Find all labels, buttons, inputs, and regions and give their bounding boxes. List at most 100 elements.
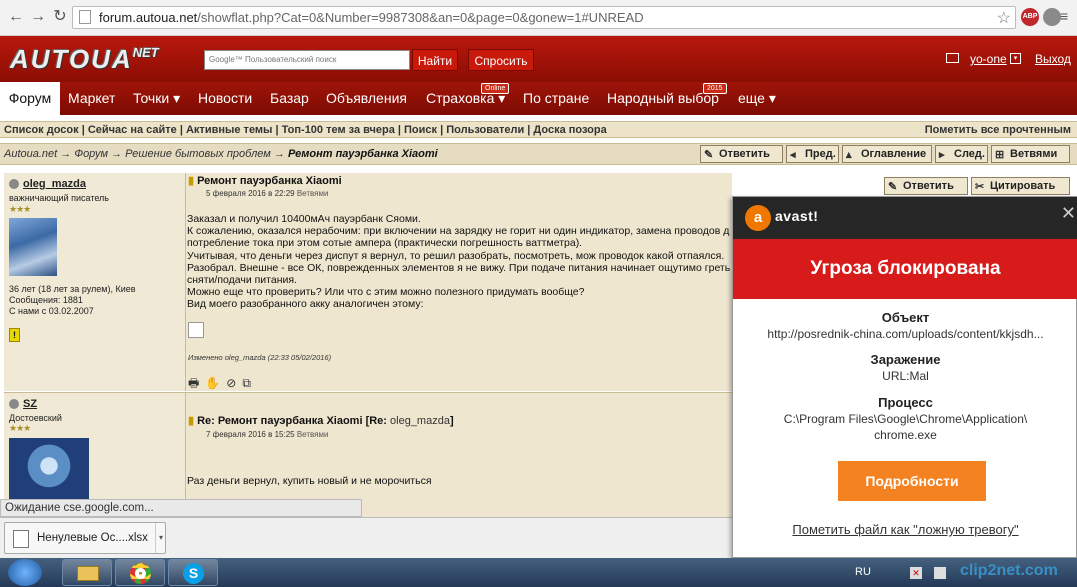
- breadcrumb: Autoua.net → Форум → Решение бытовых про…: [0, 143, 1077, 165]
- toc-button[interactable]: ▴ Оглавление: [842, 145, 932, 163]
- avatar[interactable]: [9, 218, 57, 276]
- site-logo[interactable]: AUTOUANET: [10, 44, 159, 75]
- download-item[interactable]: Ненулевые Ос....xlsx ▾: [4, 522, 166, 554]
- reply-icon: ✎: [704, 149, 714, 161]
- address-bar[interactable]: forum.autoua.net/showflat.php?Cat=0&Numb…: [72, 6, 1016, 29]
- menu-icon[interactable]: ≡: [1060, 8, 1068, 24]
- post1-quote-button[interactable]: ✂ Цитировать: [971, 177, 1070, 195]
- post1-reply-button[interactable]: ✎ Ответить: [884, 177, 968, 195]
- post2-title: ▮ Re: Ремонт пауэрбанка Xiaomi [Re: oleg_…: [188, 414, 454, 427]
- adblock-icon[interactable]: ABP: [1021, 8, 1039, 26]
- reply-button[interactable]: ✎ Ответить: [700, 145, 783, 163]
- forward-icon[interactable]: →: [28, 7, 48, 27]
- find-button[interactable]: Найти: [412, 49, 458, 71]
- post2-threaded-link[interactable]: Ветвями: [297, 430, 329, 439]
- book-icon: ▮: [188, 175, 195, 187]
- explorer-taskbar-icon[interactable]: [62, 559, 112, 586]
- post1-body: Заказал и получил 10400мАч пауэрбанк Сяо…: [187, 213, 730, 311]
- post2-title-text: Re: Ремонт пауэрбанка Xiaomi [Re:: [197, 415, 391, 427]
- prev-label: Пред.: [805, 148, 836, 160]
- toc-label: Оглавление: [861, 148, 927, 160]
- tray-icon[interactable]: [934, 567, 946, 579]
- breadcrumb-links[interactable]: Autoua.net → Форум → Решение бытовых про…: [4, 148, 288, 160]
- post1-info-age: 36 лет (18 лет за рулем), Киев: [9, 284, 136, 294]
- post1-reply-label: Ответить: [903, 180, 954, 192]
- breadcrumb-path: Autoua.net → Форум → Решение бытовых про…: [4, 148, 438, 160]
- post1-line: потребление тока при этом сотые ампера (…: [187, 237, 583, 250]
- threaded-button[interactable]: ⊞ Ветвями: [991, 145, 1070, 163]
- post1-rank: важничающий писатель: [9, 193, 109, 203]
- download-filename: Ненулевые Ос....xlsx: [37, 532, 148, 544]
- user-menu-icon[interactable]: ▾: [1010, 53, 1021, 64]
- start-button-icon[interactable]: [8, 559, 42, 586]
- language-indicator[interactable]: RU: [855, 566, 871, 578]
- next-label: След.: [954, 148, 985, 160]
- post1-line: К сожалению, оказался нерабочим: при вкл…: [187, 225, 730, 238]
- logo-sup: NET: [132, 45, 159, 60]
- post1-title-text: Ремонт пауэрбанка Xiaomi: [197, 175, 342, 187]
- nav-news[interactable]: Новости: [198, 82, 252, 115]
- warning-icon[interactable]: !: [9, 328, 20, 342]
- reload-icon[interactable]: ↻: [50, 7, 70, 27]
- nav-bazaar[interactable]: Базар: [270, 82, 309, 115]
- chrome-taskbar-icon[interactable]: [115, 559, 165, 586]
- post1-quote-label: Цитировать: [990, 180, 1056, 192]
- download-menu-icon[interactable]: ▾: [155, 523, 166, 553]
- post1-edited: Изменено oleg_mazda (22:33 05/02/2016): [188, 353, 332, 362]
- object-value: http://posrednik-china.com/uploads/conte…: [767, 327, 1044, 341]
- post1-line: Учитывая, что деньги через диспут я верн…: [187, 249, 725, 262]
- prev-icon: ◂: [790, 149, 796, 161]
- file-icon: [13, 530, 29, 548]
- false-positive-link[interactable]: Пометить файл как "ложную тревогу": [733, 522, 1077, 537]
- post2-title-user[interactable]: oleg_mazda: [390, 415, 450, 427]
- user-link[interactable]: yo-one: [970, 52, 1007, 66]
- user-icon: [9, 399, 19, 409]
- prev-button[interactable]: ◂ Пред.: [786, 145, 839, 163]
- nav-forum[interactable]: Форум: [0, 82, 60, 115]
- star-icon[interactable]: ☆: [997, 8, 1011, 28]
- post1-line: сняти/подачи питания.: [187, 274, 297, 287]
- post2-date-text: 7 февраля 2016 в 15:25: [206, 430, 297, 439]
- up-icon: ▴: [846, 149, 852, 161]
- nav-points[interactable]: Точки ▾: [133, 82, 180, 115]
- rank-stars-icon: ★★★: [9, 204, 31, 214]
- post1-threaded-link[interactable]: Ветвями: [297, 189, 329, 198]
- nav-market[interactable]: Маркет: [68, 82, 115, 115]
- windows-taskbar: S RU ✕: [0, 558, 1077, 587]
- online-badge: Online: [481, 83, 510, 94]
- logout-link[interactable]: Выход: [1035, 52, 1071, 66]
- details-button[interactable]: Подробности: [838, 461, 986, 501]
- forum-links[interactable]: Список досок | Сейчас на сайте | Активны…: [4, 124, 607, 136]
- mark-all-read-link[interactable]: Пометить все прочтенным: [925, 124, 1071, 136]
- next-button[interactable]: ▸ След.: [935, 145, 988, 163]
- skype-taskbar-icon[interactable]: S: [168, 559, 218, 586]
- rank-stars-icon: ★★★: [9, 423, 31, 433]
- broken-image-icon[interactable]: [188, 322, 204, 338]
- back-icon[interactable]: ←: [6, 7, 26, 27]
- network-icon[interactable]: ✕: [910, 567, 922, 579]
- download-bar: Ненулевые Ос....xlsx ▾: [0, 517, 732, 558]
- post2-author[interactable]: SZ: [23, 398, 37, 410]
- post2-date: 7 февраля 2016 в 15:25 Ветвями: [206, 430, 328, 439]
- search-input[interactable]: Google™ Пользовательский поиск: [204, 50, 410, 70]
- post1-content: ▮ Ремонт пауэрбанка Xiaomi 5 февраля 2016…: [186, 173, 732, 391]
- post1-author[interactable]: oleg_mazda: [23, 178, 86, 190]
- year-badge: 2015: [703, 83, 727, 94]
- process-label: Процесс: [878, 395, 933, 410]
- book-icon: ▮: [188, 415, 195, 427]
- post1-user-pane: oleg_mazda важничающий писатель ★★★ 36 л…: [4, 173, 186, 391]
- user-icon: [9, 179, 19, 189]
- nav-more[interactable]: еще ▾: [738, 82, 776, 115]
- post2-body: Раз деньги вернул, купить новый и не мор…: [187, 475, 432, 487]
- avatar[interactable]: [9, 438, 89, 500]
- ask-button[interactable]: Спросить: [468, 49, 534, 71]
- extension-icon[interactable]: [1043, 8, 1061, 26]
- nav-country[interactable]: По стране: [523, 82, 589, 115]
- mail-icon[interactable]: [946, 53, 959, 63]
- url-text[interactable]: forum.autoua.net/showflat.php?Cat=0&Numb…: [99, 10, 644, 25]
- post1-title: ▮ Ремонт пауэрбанка Xiaomi: [188, 174, 342, 187]
- nav-ads[interactable]: Объявления: [326, 82, 407, 115]
- next-icon: ▸: [939, 149, 945, 161]
- avast-brand: avast!: [775, 208, 819, 224]
- close-icon[interactable]: ✕: [1061, 203, 1076, 224]
